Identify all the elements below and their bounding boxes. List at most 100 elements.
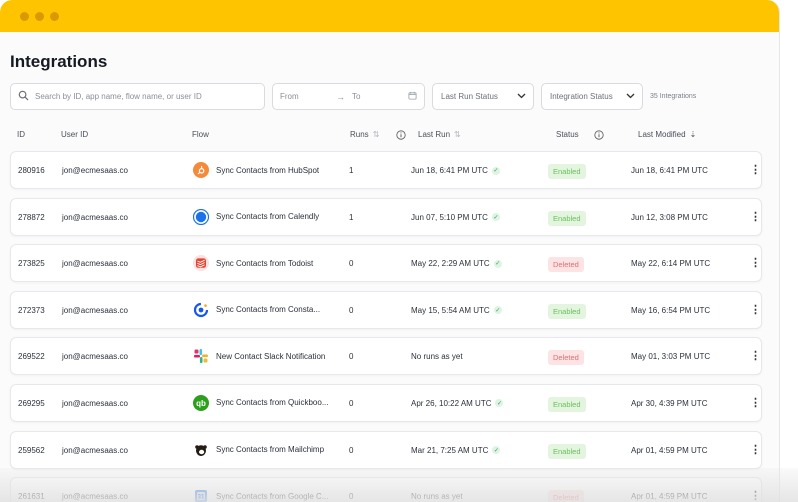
flow-name[interactable]: Sync Contacts from Google C... [216,492,329,501]
success-check-icon: ✓ [493,306,502,315]
user-id: jon@acmesaas.co [62,305,128,315]
window-dot-maximize[interactable] [50,11,59,21]
more-options-icon[interactable]: ⋮ [750,396,761,409]
flow-cell[interactable]: New Contact Slack Notification [193,348,325,364]
more-options-icon[interactable]: ⋮ [750,256,761,269]
constant-contact-icon [193,302,209,318]
status-badge: Deleted [548,490,584,502]
integrations-count: 35 Integrations [650,93,697,100]
runs-count: 0 [349,352,354,362]
last-run-time: Jun 18, 6:41 PM UTC [411,166,488,175]
user-id: jon@acmesaas.co [62,259,128,269]
status-cell: Enabled [548,210,586,226]
window-dot-minimize[interactable] [35,11,44,21]
date-range-picker[interactable]: From → To [272,83,425,110]
column-header-last-modified[interactable]: Last Modified ⇣ [638,130,696,139]
table-row[interactable]: 259562 jon@acmesaas.co Sync Contacts fro… [10,430,762,469]
search-box[interactable] [10,83,265,110]
info-icon[interactable] [594,130,604,140]
last-modified-time: Jun 12, 3:08 PM UTC [631,212,708,222]
more-options-icon[interactable]: ⋮ [750,349,761,362]
last-run-status-select[interactable]: Last Run Status [432,83,534,110]
hubspot-icon [193,162,209,178]
date-from-field[interactable]: From [280,92,336,101]
flow-name[interactable]: Sync Contacts from Mailchimp [216,445,324,454]
column-header-user-id: User ID [61,130,88,139]
flow-name[interactable]: Sync Contacts from Consta... [216,305,320,314]
flow-name[interactable]: New Contact Slack Notification [216,352,325,361]
more-options-icon[interactable]: ⋮ [750,210,761,223]
flow-cell[interactable]: Sync Contacts from Calendly [192,208,319,225]
last-modified-time: May 01, 3:03 PM UTC [631,352,711,362]
column-header-runs[interactable]: Runs ⇅ [350,130,379,139]
sort-icon[interactable]: ⇅ [373,130,380,139]
flow-name[interactable]: Sync Contacts from HubSpot [216,166,319,175]
column-label: Runs [350,130,369,139]
status-badge: Enabled [548,164,586,179]
last-run-cell: Apr 26, 10:22 AM UTC ✓ [411,398,504,408]
more-options-icon[interactable]: ⋮ [750,303,761,316]
quickbooks-icon: qb [193,394,209,411]
flow-name[interactable]: Sync Contacts from Todoist [216,259,313,268]
runs-count: 0 [349,259,354,269]
table-row[interactable]: 269295 jon@acmesaas.co qb Sync Contacts … [10,383,762,422]
last-run-time: May 15, 5:54 AM UTC [411,305,490,315]
flow-cell[interactable]: Sync Contacts from Mailchimp [193,441,324,458]
status-cell: Enabled [548,303,586,319]
sort-descending-icon[interactable]: ⇣ [690,130,697,139]
table-row[interactable]: 272373 jon@acmesaas.co Sync Contacts fro… [10,290,762,329]
calendly-icon [192,208,210,225]
last-modified-time: Apr 01, 4:59 PM UTC [631,445,708,455]
search-input[interactable] [35,92,245,101]
mailchimp-icon [193,441,209,458]
runs-count: 1 [349,166,354,175]
more-options-icon[interactable]: ⋮ [750,489,761,502]
flow-cell[interactable]: Sync Contacts from Consta... [193,302,320,318]
integration-status-select[interactable]: Integration Status [541,83,643,110]
status-badge: Deleted [548,350,584,366]
slack-icon [193,348,209,364]
flow-cell[interactable]: Sync Contacts from HubSpot [193,162,319,178]
column-header-flow: Flow [192,130,209,139]
more-options-icon[interactable]: ⋮ [750,163,761,176]
column-label: Last Modified [638,130,686,139]
flow-cell[interactable]: 31 Sync Contacts from Google C... [193,488,329,502]
table-row[interactable]: 269522 jon@acmesaas.co New Contact Slack… [10,337,762,376]
last-run-status-label: Last Run Status [441,92,498,101]
more-options-icon[interactable]: ⋮ [750,443,761,456]
last-run-time: No runs as yet [411,492,463,502]
page-title: Integrations [10,52,108,71]
last-run-time: No runs as yet [411,352,463,362]
table-row[interactable]: 261631 jon@acmesaas.co 31 Sync Contacts … [10,477,762,502]
integration-id: 269522 [18,352,45,362]
info-icon[interactable] [396,130,406,140]
column-header-last-run[interactable]: Last Run ⇅ [418,130,461,139]
calendar-icon[interactable] [408,91,417,102]
flow-cell[interactable]: Sync Contacts from Todoist [193,255,313,272]
integration-id: 278872 [18,212,45,222]
status-badge: Enabled [548,443,586,459]
status-badge: Enabled [548,303,586,319]
filter-toolbar: From → To Last Run Status Integration St… [10,83,779,110]
flow-name[interactable]: Sync Contacts from Calendly [216,212,319,221]
date-to-field[interactable]: To [352,92,408,101]
table-row[interactable]: 273825 jon@acmesaas.co Sync Contacts fro… [10,244,762,283]
status-badge: Enabled [548,396,586,412]
todoist-icon [193,255,209,272]
success-check-icon: ✓ [492,446,501,455]
flow-name[interactable]: Sync Contacts from Quickboo... [216,398,329,407]
last-run-cell: Jun 18, 6:41 PM UTC ✓ [411,166,500,175]
last-run-time: Mar 21, 7:25 AM UTC [411,445,489,455]
table-row[interactable]: 278872 jon@acmesaas.co Sync Contacts fro… [10,197,762,236]
last-run-time: Apr 26, 10:22 AM UTC [411,398,492,408]
flow-cell[interactable]: qb Sync Contacts from Quickboo... [193,394,329,411]
last-modified-time: Apr 01, 4:59 PM UTC [631,492,708,502]
success-check-icon: ✓ [491,166,500,175]
last-run-time: Jun 07, 5:10 PM UTC [411,212,488,222]
integration-id: 273825 [18,259,45,269]
table-row[interactable]: 280916 jon@ecmesaas.co Sync Contacts fro… [10,151,762,189]
sort-icon[interactable]: ⇅ [454,130,461,139]
window-dot-close[interactable] [20,11,29,21]
table-header: ID User ID Flow Runs ⇅ Last Run ⇅ Status L… [10,125,779,145]
status-cell: Enabled [548,443,586,459]
